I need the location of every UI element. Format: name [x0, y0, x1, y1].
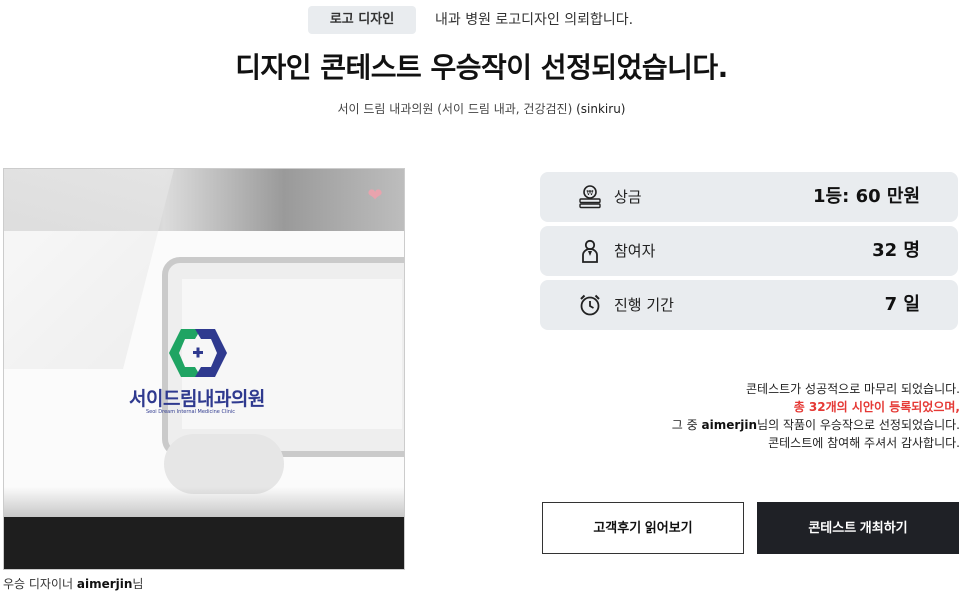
prize-stat: ₩ 상금 1등: 60 만원	[540, 172, 958, 222]
client-name: 서이 드림 내과의원 (서이 드림 내과, 건강검진)	[337, 102, 573, 116]
money-icon: ₩	[579, 185, 601, 209]
message-line-3-prefix: 그 중	[671, 418, 702, 432]
winner-caption-suffix: 님	[132, 577, 144, 591]
read-reviews-button[interactable]: 고객후기 읽어보기	[542, 502, 744, 554]
client-info: 서이 드림 내과의원 (서이 드림 내과, 건강검진) (sinkiru)	[0, 99, 963, 119]
category-badge[interactable]: 로고 디자인	[308, 6, 416, 34]
svg-text:₩: ₩	[587, 189, 594, 197]
prize-label: 상금	[614, 188, 642, 206]
message-line-1: 콘테스트가 성공적으로 마무리 되었습니다.	[746, 382, 960, 396]
client-user-id: (sinkiru)	[576, 102, 626, 116]
winner-caption: 우승 디자이너 aimerjin님	[3, 575, 143, 593]
winner-caption-prefix: 우승 디자이너	[3, 577, 77, 591]
winner-designer-name[interactable]: aimerjin	[77, 577, 133, 591]
participants-label: 참여자	[614, 242, 656, 260]
duration-value: 7 일	[884, 294, 920, 315]
heart-icon[interactable]: ❤	[366, 187, 384, 205]
message-line-3-suffix: 님의 작품이 우승작으로 선정되었습니다.	[757, 418, 960, 432]
contest-description: 내과 병원 로고디자인 의뢰합니다.	[435, 12, 634, 28]
alarm-clock-icon	[580, 294, 600, 316]
page-title: 디자인 콘테스트 우승작이 선정되었습니다.	[235, 51, 728, 84]
host-contest-button[interactable]: 콘테스트 개최하기	[757, 502, 959, 554]
prize-value: 1등: 60 만원	[813, 186, 920, 207]
clinic-logo-subtitle: Seoi Dream Internal Medicine Clinic	[146, 409, 236, 415]
participants-value: 32 명	[872, 240, 920, 261]
duration-label: 진행 기간	[614, 296, 674, 314]
clinic-logo-title: 서이드림내과의원	[129, 388, 265, 410]
message-designer-name: aimerjin	[701, 418, 758, 432]
winner-design-image[interactable]: ❤ 서이드림내과의원 Seoi Dream Internal Medicine …	[3, 168, 405, 570]
clinic-logo-icon	[169, 329, 227, 377]
result-message: 콘테스트가 성공적으로 마무리 되었습니다. 총 32개의 시안이 등록되었으며…	[540, 380, 960, 452]
person-icon	[582, 239, 598, 263]
participants-stat: 참여자 32 명	[540, 226, 958, 276]
duration-stat: 진행 기간 7 일	[540, 280, 958, 330]
message-line-4: 콘테스트에 참여해 주셔서 감사합니다.	[768, 436, 960, 450]
message-line-3: 그 중 aimerjin님의 작품이 우승작으로 선정되었습니다.	[540, 416, 960, 434]
message-line-2: 총 32개의 시안이 등록되었으며,	[793, 400, 960, 414]
category-row: 로고 디자인 내과 병원 로고디자인 의뢰합니다.	[0, 6, 963, 34]
